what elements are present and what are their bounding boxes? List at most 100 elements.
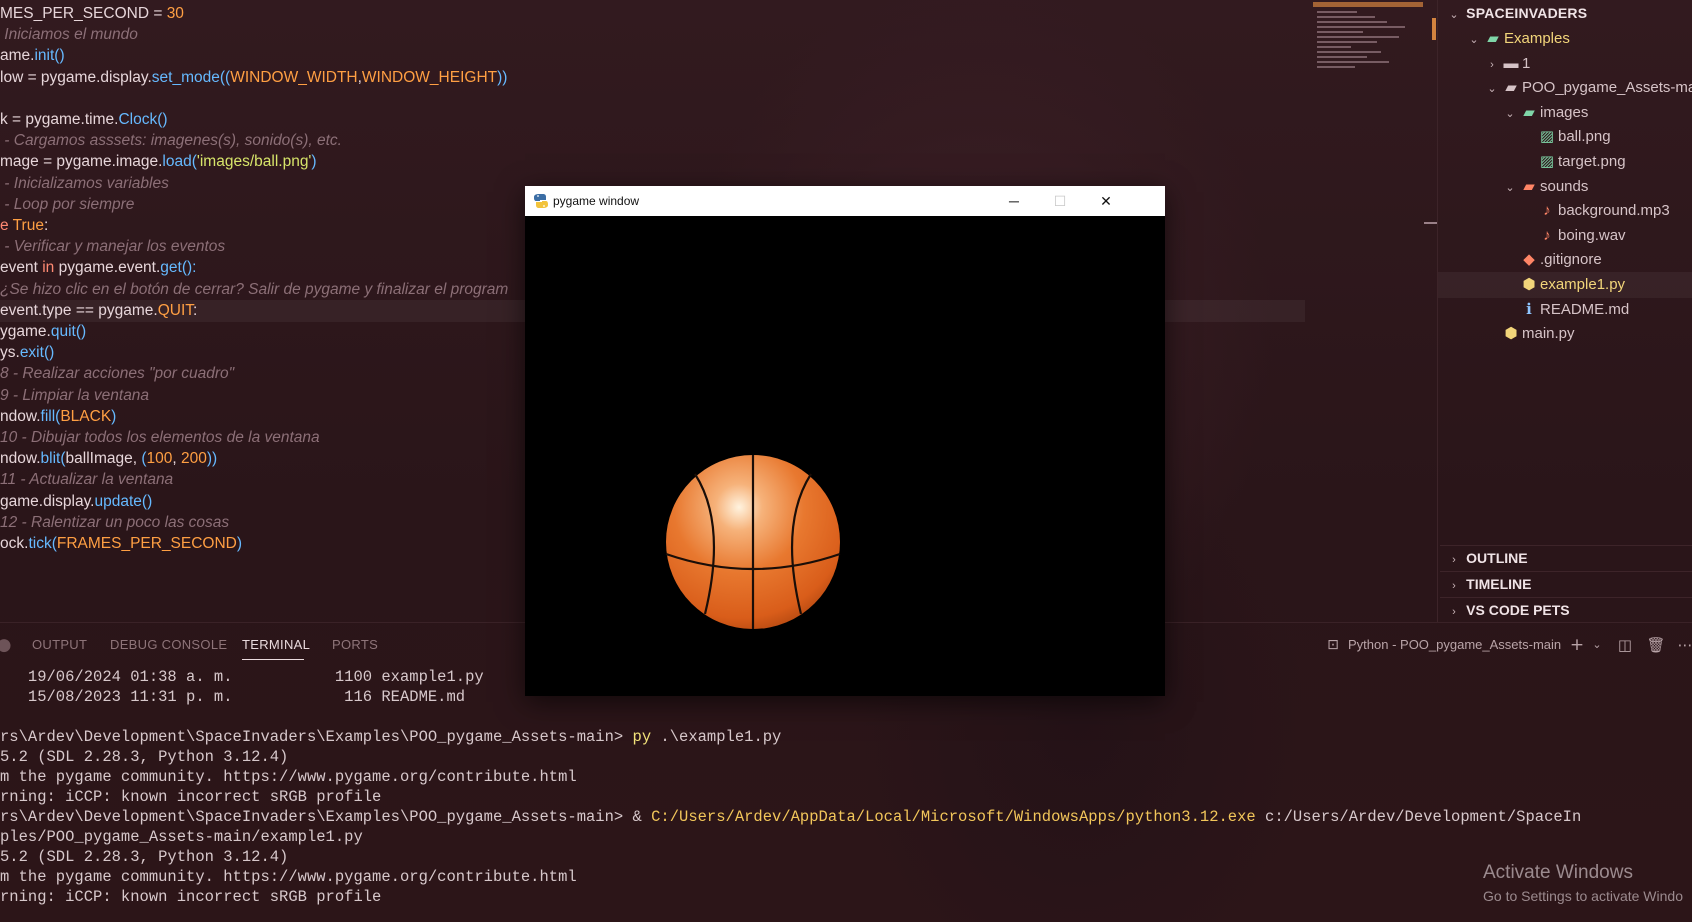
code-line[interactable]: ame.init() [0, 45, 65, 67]
folder-icon: ▬ [1503, 54, 1519, 72]
code-line[interactable]: game.display.update() [0, 491, 152, 513]
code-line[interactable]: 10 - Dibujar todos los elementos de la v… [0, 427, 320, 449]
tree-item[interactable]: ⬢ main.py [1438, 321, 1692, 347]
tree-item-label: images [1540, 103, 1589, 121]
terminal-line: rning: iCCP: known incorrect sRGB profil… [0, 787, 381, 807]
tab-ports[interactable]: PORTS [332, 632, 378, 658]
tree-item-label: background.mp3 [1558, 202, 1670, 220]
code-token: game.display. [0, 492, 95, 510]
code-line[interactable]: event in pygame.event.get(): [0, 257, 197, 279]
minimize-button[interactable]: ─ [991, 186, 1037, 216]
terminal-line: m the pygame community. https://www.pyga… [0, 767, 577, 787]
code-line[interactable]: low = pygame.display.set_mode((WINDOW_WI… [0, 67, 507, 89]
maximize-button[interactable]: ☐ [1037, 186, 1083, 216]
code-line[interactable]: k = pygame.time.Clock() [0, 109, 168, 131]
code-token: 11 - Actualizar la ventana [0, 471, 174, 489]
code-line[interactable]: 12 - Ralentizar un poco las cosas [0, 512, 229, 534]
section-outline[interactable]: › OUTLINE [1446, 545, 1527, 571]
tab-terminal[interactable]: TERMINAL [242, 632, 310, 658]
terminal-token: .\example1.py [651, 728, 782, 746]
tab-debug-console[interactable]: DEBUG CONSOLE [110, 632, 227, 658]
code-token: FRAMES_PER_SECOND [56, 535, 237, 552]
code-line[interactable]: e True: [0, 215, 48, 237]
code-token: () [54, 47, 65, 65]
tree-item[interactable]: ⌄ ▰ sounds [1438, 174, 1692, 200]
code-line[interactable]: ndow.fill(BLACK) [0, 406, 116, 428]
more-icon[interactable]: ⋯ [1675, 633, 1692, 657]
tree-item[interactable]: ⌄ ▰ images [1438, 100, 1692, 126]
chevron-down-icon[interactable]: ⌄ [1587, 633, 1607, 657]
tree-item[interactable]: ▨ target.png [1438, 149, 1692, 175]
tree-item[interactable]: › ▬ 1 [1438, 51, 1692, 77]
audio-file-icon: ♪ [1543, 202, 1551, 220]
code-line[interactable]: 8 - Realizar acciones "por cuadro" [0, 363, 234, 385]
tree-item[interactable]: ⌄ ▰ POO_pygame_Assets-main [1438, 75, 1692, 101]
minimap-line [1317, 61, 1389, 63]
code-line[interactable]: - Verificar y manejar los eventos [0, 236, 225, 258]
tree-item[interactable]: ◆ .gitignore [1438, 247, 1692, 273]
pygame-window[interactable]: pygame window ─ ☐ ✕ [525, 186, 1165, 696]
terminal-token: 5.2 (SDL 2.28.3, Python 3.12.4) [0, 748, 289, 766]
pygame-titlebar[interactable]: pygame window ─ ☐ ✕ [525, 186, 1165, 216]
minimap-viewport[interactable] [1313, 2, 1423, 7]
tree-item[interactable]: ℹ README.md [1438, 297, 1692, 323]
tree-item[interactable]: ⬢ example1.py [1438, 272, 1692, 298]
python-file-icon: ⬢ [1522, 276, 1536, 293]
code-token: init [34, 47, 55, 65]
code-line[interactable]: MES_PER_SECOND = 30 [0, 3, 184, 25]
code-line[interactable]: ock.tick(FRAMES_PER_SECOND) [0, 533, 242, 555]
code-token: update [94, 492, 142, 510]
python-file-icon: ⬢ [1504, 325, 1518, 343]
split-terminal-icon[interactable]: ◫ [1615, 633, 1635, 657]
code-token: ) [311, 153, 317, 171]
explorer-panel: ⌄ SPACEINVADERS ⌄ ▰ Examples › ▬ 1 ⌄ ▰ POO_pygam… [1438, 0, 1692, 622]
code-token: ) [236, 535, 243, 552]
code-token: 8 - Realizar acciones "por cuadro" [0, 365, 235, 383]
terminal-token: 19/06/2024 01:38 a. m. 1100 example1.py [0, 668, 484, 686]
activate-windows-subtitle: Go to Settings to activate Windo [1483, 888, 1683, 904]
chevron-down-icon: ⌄ [1505, 107, 1515, 120]
section-vscode-pets[interactable]: › VS CODE PETS [1446, 597, 1569, 623]
code-token: ygame. [0, 323, 51, 340]
code-line[interactable]: 11 - Actualizar la ventana [0, 469, 173, 491]
tree-item[interactable]: ♪ background.mp3 [1438, 198, 1692, 224]
code-token: 200 [181, 450, 207, 468]
code-line[interactable]: - Cargamos asssets: imagenes(s), sonido(… [0, 130, 342, 152]
panel-toggle-icon[interactable]: ● [0, 633, 14, 657]
code-line[interactable]: ygame.quit() [0, 321, 86, 343]
code-line[interactable]: ¿Se hizo clic en el botón de cerrar? Sal… [0, 279, 508, 301]
terminal-token: 5.2 (SDL 2.28.3, Python 3.12.4) [0, 848, 289, 866]
code-line[interactable]: ndow.blit(ballImage, (100, 200)) [0, 448, 217, 470]
minimap[interactable] [1313, 2, 1423, 72]
code-line[interactable]: ys.exit() [0, 342, 54, 364]
section-timeline[interactable]: › TIMELINE [1446, 571, 1531, 597]
close-button[interactable]: ✕ [1083, 186, 1129, 216]
trash-icon[interactable]: 🗑 [1646, 633, 1666, 657]
minimap-line [1317, 46, 1351, 48]
code-token: 12 - Ralentizar un poco las cosas [0, 513, 230, 531]
code-line[interactable]: Iniciamos el mundo [0, 24, 138, 46]
tree-item[interactable]: ♪ boing.wav [1438, 223, 1692, 249]
new-terminal-icon[interactable]: + [1567, 633, 1587, 657]
code-line[interactable]: 9 - Limpiar la ventana [0, 385, 149, 407]
code-line[interactable]: - Loop por siempre [0, 194, 134, 216]
code-token: WINDOW_WIDTH [230, 68, 358, 86]
terminal-line: 5.2 (SDL 2.28.3, Python 3.12.4) [0, 747, 288, 767]
terminal-name[interactable]: Python - POO_pygame_Assets-main [1348, 632, 1561, 658]
code-line[interactable]: - Inicializamos variables [0, 173, 169, 195]
terminal-token: rs\Ardev\Development\SpaceInvaders\Examp… [0, 728, 633, 746]
tab-output[interactable]: OUTPUT [32, 632, 87, 658]
code-token: () [157, 111, 168, 128]
terminal-line: 5.2 (SDL 2.28.3, Python 3.12.4) [0, 847, 288, 867]
tree-item[interactable]: ▨ ball.png [1438, 124, 1692, 150]
code-token: WINDOW_HEIGHT [361, 68, 498, 86]
scrollbar-thumb[interactable] [1424, 222, 1438, 224]
code-token: () [43, 344, 55, 362]
code-line[interactable]: mage = pygame.image.load('images/ball.pn… [0, 151, 317, 173]
pygame-canvas[interactable] [525, 216, 1165, 696]
explorer-root[interactable]: ⌄ SPACEINVADERS [1446, 0, 1692, 26]
code-line[interactable]: event.type == pygame.QUIT: [0, 300, 197, 322]
tree-item[interactable]: ⌄ ▰ Examples [1438, 26, 1692, 52]
pygame-logo-icon [534, 194, 548, 208]
code-token: exit [19, 344, 44, 362]
